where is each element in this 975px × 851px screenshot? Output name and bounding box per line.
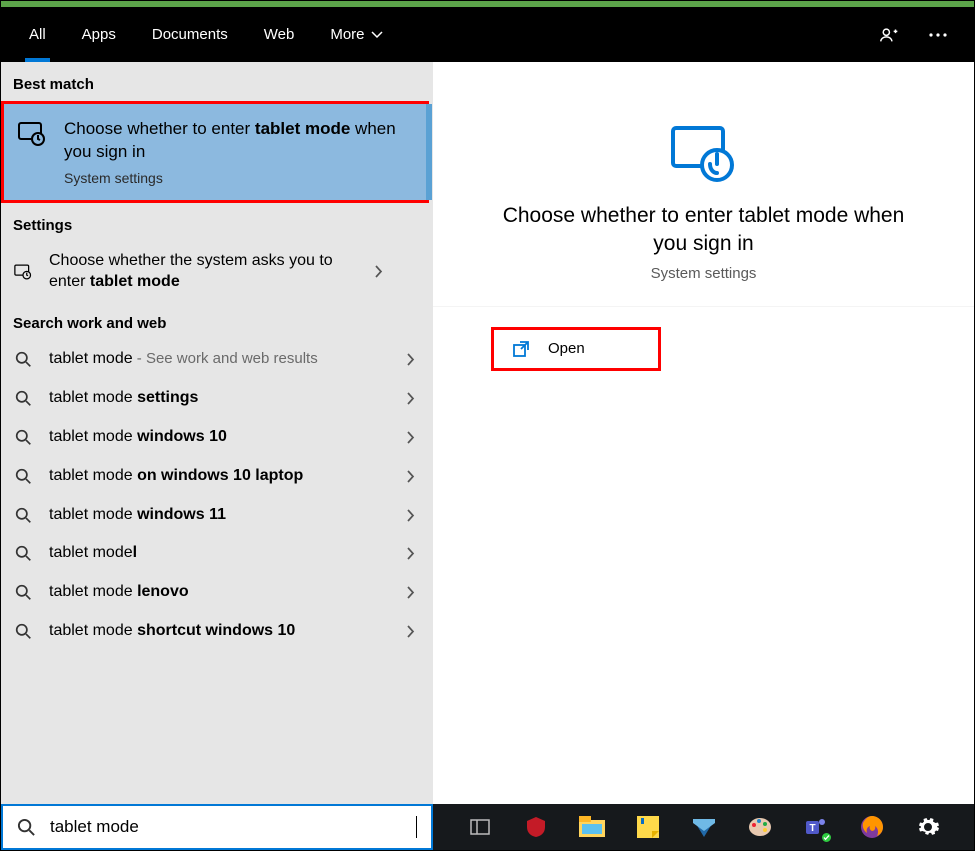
taskbar-mcafee[interactable] — [522, 813, 550, 841]
chevron-right-icon — [407, 392, 421, 405]
search-icon — [13, 507, 33, 524]
search-icon — [13, 584, 33, 601]
chevron-right-icon — [407, 625, 421, 638]
taskbar-mail[interactable] — [690, 813, 718, 841]
web-result-text: tablet mode on windows 10 laptop — [49, 466, 391, 487]
chevron-right-icon — [407, 431, 421, 444]
search-header: All Apps Documents Web More — [1, 7, 974, 62]
best-match-result[interactable]: Choose whether to enter tablet mode when… — [1, 101, 429, 203]
search-icon — [13, 545, 33, 562]
open-icon — [512, 340, 530, 358]
open-button[interactable]: Open — [491, 327, 661, 371]
search-bar[interactable] — [1, 804, 433, 850]
search-icon — [17, 818, 36, 837]
preview-title: Choose whether to enter tablet mode when… — [493, 202, 914, 259]
results-panel: Best match Choose whether to enter table… — [1, 62, 433, 804]
web-result-6[interactable]: tablet mode lenovo — [1, 573, 433, 612]
search-icon — [13, 468, 33, 485]
search-icon — [13, 623, 33, 640]
taskbar-firefox[interactable] — [858, 813, 886, 841]
web-result-text: tablet mode - See work and web results — [49, 349, 391, 370]
search-input[interactable] — [50, 817, 415, 837]
chevron-right-icon — [407, 353, 421, 366]
web-result-3[interactable]: tablet mode on windows 10 laptop — [1, 457, 433, 496]
chevron-down-icon — [371, 31, 383, 39]
taskbar-sticky-notes[interactable] — [634, 813, 662, 841]
chevron-right-icon — [407, 586, 421, 599]
web-result-text: tablet mode windows 10 — [49, 427, 391, 448]
open-label: Open — [548, 340, 585, 357]
tablet-mode-icon — [13, 261, 33, 283]
tab-documents[interactable]: Documents — [134, 7, 246, 62]
taskbar-task-view[interactable] — [466, 813, 494, 841]
people-icon[interactable] — [878, 23, 902, 47]
search-icon — [13, 390, 33, 407]
chevron-right-icon — [407, 509, 421, 522]
chevron-right-icon — [407, 470, 421, 483]
tablet-mode-icon — [493, 122, 914, 184]
tab-all[interactable]: All — [11, 7, 64, 62]
tablet-mode-icon — [16, 118, 48, 150]
settings-result[interactable]: Choose whether the system asks you to en… — [1, 242, 433, 302]
web-result-5[interactable]: tablet model — [1, 534, 433, 573]
web-result-7[interactable]: tablet mode shortcut windows 10 — [1, 612, 433, 651]
tab-more[interactable]: More — [312, 7, 400, 62]
web-result-text: tablet mode settings — [49, 388, 391, 409]
web-result-text: tablet mode windows 11 — [49, 505, 391, 526]
web-result-2[interactable]: tablet mode windows 10 — [1, 418, 433, 457]
web-result-text: tablet mode lenovo — [49, 582, 391, 603]
taskbar-file-explorer[interactable] — [578, 813, 606, 841]
web-result-4[interactable]: tablet mode windows 11 — [1, 496, 433, 535]
preview-panel: Choose whether to enter tablet mode when… — [433, 62, 974, 804]
web-result-0[interactable]: tablet mode - See work and web results — [1, 340, 433, 379]
web-label: Search work and web — [1, 301, 433, 340]
search-icon — [13, 429, 33, 446]
web-result-text: tablet model — [49, 543, 391, 564]
taskbar-teams[interactable]: T — [802, 813, 830, 841]
chevron-right-icon — [375, 265, 389, 278]
best-match-subtitle: System settings — [64, 170, 414, 186]
tab-more-label: More — [330, 26, 364, 43]
best-match-label: Best match — [1, 62, 433, 101]
taskbar-paint[interactable] — [746, 813, 774, 841]
settings-result-text: Choose whether the system asks you to en… — [49, 251, 359, 293]
web-result-text: tablet mode shortcut windows 10 — [49, 621, 391, 642]
more-options-icon[interactable] — [926, 23, 950, 47]
search-icon — [13, 351, 33, 368]
chevron-right-icon — [407, 547, 421, 560]
tab-apps[interactable]: Apps — [64, 7, 134, 62]
svg-text:T: T — [809, 823, 815, 834]
tab-web[interactable]: Web — [246, 7, 313, 62]
settings-label: Settings — [1, 203, 433, 242]
taskbar-settings[interactable] — [914, 813, 942, 841]
preview-subtitle: System settings — [493, 265, 914, 282]
web-result-1[interactable]: tablet mode settings — [1, 379, 433, 418]
best-match-title: Choose whether to enter tablet mode when… — [64, 118, 414, 164]
taskbar: T — [433, 804, 974, 850]
